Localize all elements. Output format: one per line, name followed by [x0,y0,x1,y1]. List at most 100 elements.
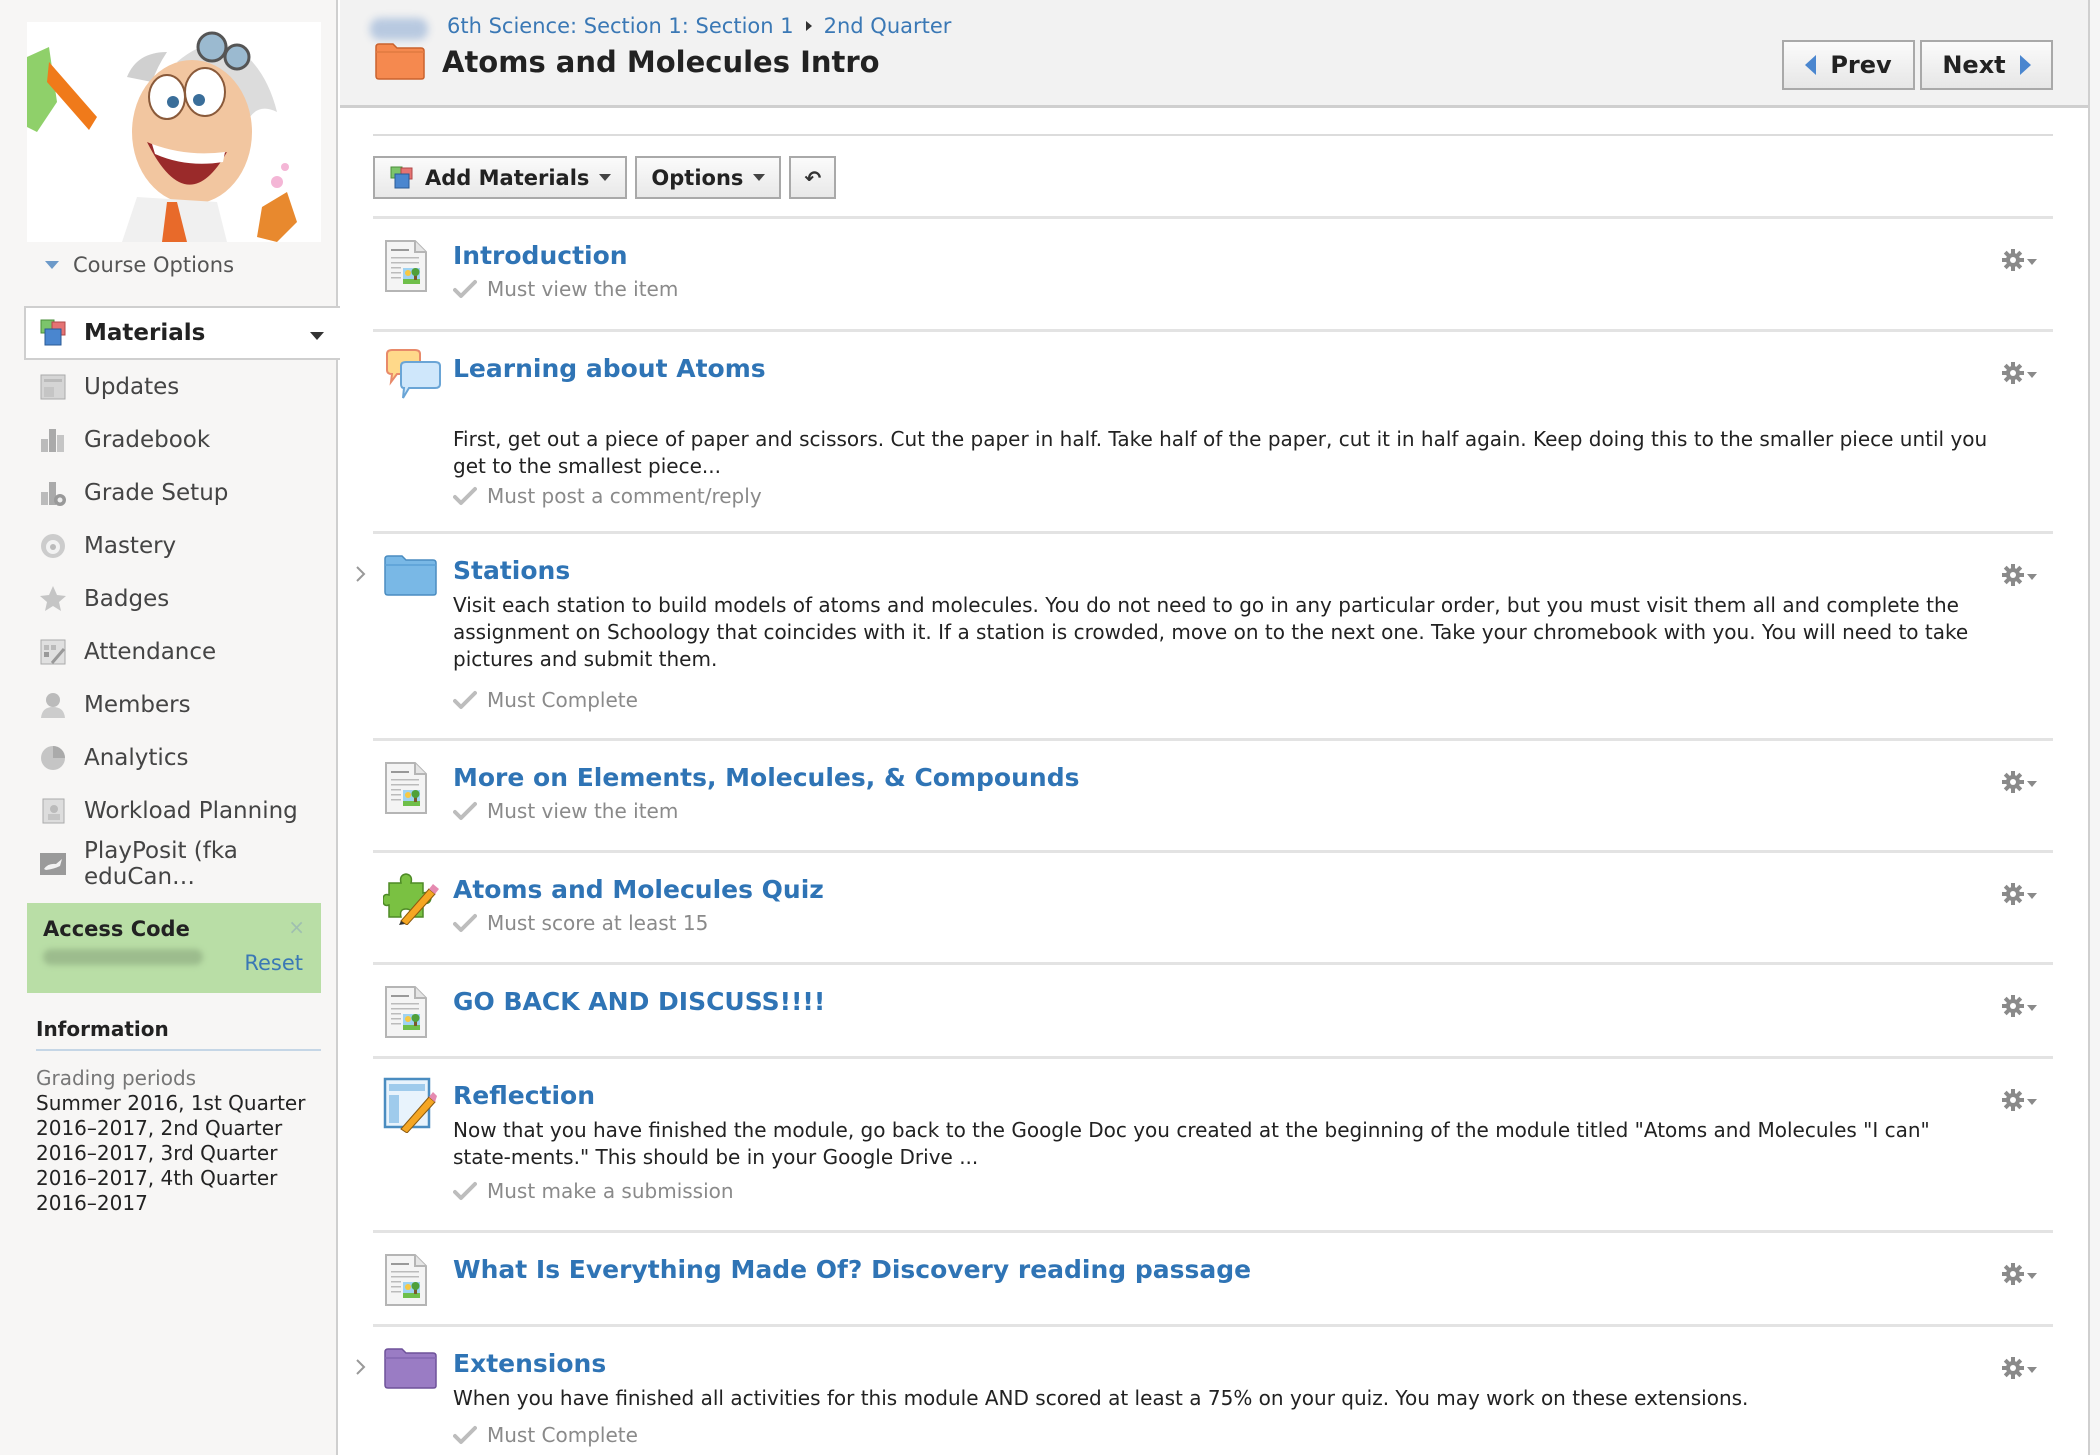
reset-access-code-link[interactable]: Reset [244,951,303,975]
item-settings-button[interactable] [2001,883,2043,909]
prev-label: Prev [1830,51,1892,79]
chevron-down-icon [2027,259,2037,265]
sidebar-item-updates[interactable]: Updates [26,360,338,413]
material-item: More on Elements, Molecules, & Compounds… [373,738,2053,850]
completion-requirement: Must view the item [453,799,1989,823]
grading-period: 2016–2017, 4th Quarter [36,1166,278,1190]
checkmark-icon [453,1181,477,1201]
item-settings-button[interactable] [2001,995,2043,1021]
item-settings-button[interactable] [2001,564,2043,590]
item-settings-button[interactable] [2001,771,2043,797]
undo-button[interactable]: ↶ [789,156,837,199]
sidebar-item-badges[interactable]: Badges [26,572,338,625]
requirement-text: Must view the item [487,277,679,301]
sidebar-item-label: Analytics [84,744,189,771]
material-title-link[interactable]: Reflection [453,1081,595,1110]
next-button[interactable]: Next [1920,40,2053,90]
item-settings-button[interactable] [2001,1357,2043,1383]
material-title-link[interactable]: Extensions [453,1349,606,1378]
sidebar-item-members[interactable]: Members [26,678,338,731]
sidebar-item-label: Workload Planning [84,797,298,824]
course-options-menu[interactable]: Course Options [45,253,234,277]
page-icon [383,761,433,814]
access-code-title: Access Code [43,917,190,941]
options-button[interactable]: Options [635,156,782,199]
material-title-link[interactable]: Introduction [453,241,628,270]
gear-icon [2001,882,2025,910]
materials-list: Introduction Must view the item Learning… [356,216,2053,1454]
sidebar-item-label: Badges [84,585,170,612]
sidebar-item-label: Grade Setup [84,479,229,506]
breadcrumb-quarter-link[interactable]: 2nd Quarter [824,14,952,38]
material-description: First, get out a piece of paper and scis… [453,427,1988,478]
page-header: 6th Science: Section 1: Section 1 2nd Qu… [340,0,2088,108]
item-settings-button[interactable] [2001,362,2043,388]
chevron-down-icon [2027,893,2037,899]
completion-requirement: Must post a comment/reply [453,484,1989,508]
requirement-text: Must Complete [487,688,638,712]
gear-icon [2001,1356,2025,1384]
sidebar-item-mastery[interactable]: Mastery [26,519,338,572]
mad-scientist-icon [27,22,321,242]
gear-icon [2001,770,2025,798]
material-title-link[interactable]: GO BACK AND DISCUSS!!!! [453,987,825,1016]
workload-planning-icon [38,796,68,826]
material-item: Learning about Atoms First, get out a pie… [373,329,2053,531]
material-title-row: Learning about Atoms [453,354,1989,383]
material-title-link[interactable]: More on Elements, Molecules, & Compounds [453,763,1079,792]
undo-icon: ↶ [804,165,822,190]
requirement-text: Must make a submission [487,1179,734,1203]
material-title-link[interactable]: What Is Everything Made Of? Discovery re… [453,1255,1251,1284]
material-title-link[interactable]: Learning about Atoms [453,354,766,383]
material-item: Atoms and Molecules Quiz Must score at l… [373,850,2053,962]
material-title-link[interactable]: Atoms and Molecules Quiz [453,875,824,904]
chevron-down-icon [2027,1099,2037,1105]
sidebar-item-attendance[interactable]: Attendance [26,625,338,678]
sidebar-item-gradebook[interactable]: Gradebook [26,413,338,466]
material-item: Introduction Must view the item [373,216,2053,329]
breadcrumb-course-link[interactable]: 6th Science: Section 1: Section 1 [447,14,794,38]
sidebar-item-analytics[interactable]: Analytics [26,731,338,784]
checkmark-icon [453,1425,477,1445]
options-label: Options [651,165,744,190]
material-title-row: Reflection [453,1081,1989,1110]
expand-chevron-icon[interactable] [353,564,369,584]
sidebar: Course Options Materials Updates Gradebo… [0,0,340,1455]
grade-setup-icon [38,478,68,508]
badge-icon [38,584,68,614]
attendance-icon [38,637,68,667]
page-icon [383,239,433,292]
divider [373,134,2053,136]
sidebar-item-materials[interactable]: Materials [24,306,340,360]
arrow-right-icon [2019,55,2031,75]
material-item: GO BACK AND DISCUSS!!!! [373,962,2053,1056]
breadcrumb-blurred-segment [370,18,428,40]
chevron-down-icon [45,261,59,269]
item-settings-button[interactable] [2001,249,2043,275]
prev-button[interactable]: Prev [1782,40,1915,90]
information-heading: Information [36,1017,321,1051]
sidebar-item-playposit[interactable]: PlayPosit (fka eduCan… [26,837,338,890]
page-title: Atoms and Molecules Intro [442,45,880,79]
item-settings-button[interactable] [2001,1263,2043,1289]
gear-icon [2001,248,2025,276]
material-title-row: What Is Everything Made Of? Discovery re… [453,1255,1989,1284]
gradebook-icon [38,425,68,455]
expand-chevron-icon[interactable] [353,1357,369,1377]
gear-icon [2001,1088,2025,1116]
completion-requirement: Must make a submission [453,1179,1989,1203]
item-settings-button[interactable] [2001,1089,2043,1115]
breadcrumb-separator-icon [805,21,812,31]
sidebar-item-grade-setup[interactable]: Grade Setup [26,466,338,519]
quiz-icon [382,869,439,926]
page-scrollbar[interactable] [2088,0,2100,1455]
material-item: What Is Everything Made Of? Discovery re… [373,1230,2053,1324]
sidebar-item-workload-planning[interactable]: Workload Planning [26,784,338,837]
close-icon[interactable]: × [288,915,305,939]
course-profile-picture[interactable] [27,22,321,242]
add-materials-button[interactable]: Add Materials [373,156,628,199]
checkmark-icon [453,801,477,821]
gear-icon [2001,1262,2025,1290]
material-title-link[interactable]: Stations [453,556,570,585]
dropdown-caret-icon[interactable] [310,332,324,340]
